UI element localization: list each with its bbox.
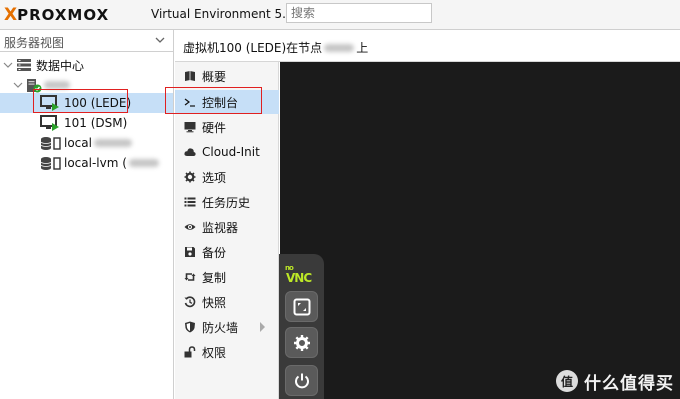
- nav-label: 监视器: [202, 220, 239, 235]
- novnc-logo: no VNC: [284, 262, 318, 285]
- nav-item-summary[interactable]: 概要: [175, 64, 279, 88]
- watermark-text: 什么值得买: [584, 373, 674, 394]
- fullscreen-icon: [293, 298, 310, 315]
- nav-item-snapshot[interactable]: 快照: [175, 290, 279, 314]
- storage-icon: [40, 136, 61, 150]
- history-icon: [184, 296, 196, 308]
- tree-item-vm-101[interactable]: 101 (DSM): [0, 113, 173, 133]
- nav-label: 权限: [202, 345, 227, 360]
- cloud-icon: [184, 148, 196, 156]
- nav-item-permissions[interactable]: 权限: [175, 340, 279, 364]
- nav-item-hardware[interactable]: 硬件: [175, 115, 279, 139]
- tree-item-storage-local[interactable]: local: [0, 133, 173, 153]
- tree-item-datacenter[interactable]: 数据中心: [0, 55, 173, 75]
- nav-label: Cloud-Init: [202, 145, 260, 159]
- vm-running-icon: [40, 115, 59, 131]
- search-input[interactable]: [286, 3, 432, 23]
- collapse-arrow-icon[interactable]: [13, 80, 23, 90]
- server-view-select[interactable]: 服务器视图: [0, 30, 173, 52]
- vnc-settings-button[interactable]: [285, 327, 318, 358]
- nav-label: 硬件: [202, 120, 227, 135]
- gear-icon: [184, 171, 196, 183]
- nav-item-console[interactable]: 控制台: [175, 90, 279, 114]
- collapse-arrow-icon[interactable]: [3, 60, 13, 70]
- unlock-icon: [184, 346, 196, 358]
- title-node-redacted: [324, 44, 355, 52]
- power-icon: [294, 373, 309, 388]
- nav-label: 控制台: [202, 95, 239, 110]
- watermark-badge: 值: [556, 370, 578, 392]
- node-server-icon: [27, 78, 42, 92]
- content-title-bar: 虚拟机100 (LEDE)在节点 上: [175, 30, 680, 62]
- vm-nav-panel: 概要 控制台 硬件 Cloud-Init 选项 任务历史 监视器 备份 复制 快…: [175, 62, 279, 399]
- nav-item-firewall[interactable]: 防火墙: [175, 315, 279, 339]
- nav-item-task-history[interactable]: 任务历史: [175, 190, 279, 214]
- nav-item-options[interactable]: 选项: [175, 165, 279, 189]
- storage-lvm-label: local-lvm (: [64, 156, 127, 170]
- resource-tree-panel: 服务器视图 数据中心 100 (LEDE) 101 (DSM) local lo…: [0, 30, 174, 399]
- node-name-redacted: [44, 81, 70, 89]
- proxmox-app: X PROXMOX Virtual Environment 5.3-8 服务器视…: [0, 0, 680, 399]
- list-icon: [184, 197, 196, 207]
- server-view-label: 服务器视图: [4, 36, 65, 50]
- top-header: X PROXMOX Virtual Environment 5.3-8: [0, 0, 680, 30]
- expand-arrow-icon[interactable]: [260, 322, 265, 332]
- vnc-console-screen[interactable]: [280, 62, 680, 399]
- page-title: 虚拟机100 (LEDE)在节点 上: [183, 39, 368, 56]
- page-title-suffix: 上: [356, 41, 369, 55]
- nav-item-replication[interactable]: 复制: [175, 265, 279, 289]
- storage-local-node-redacted: [93, 139, 132, 147]
- logo-wordmark: PROXMOX: [17, 6, 110, 24]
- nav-item-backup[interactable]: 备份: [175, 240, 279, 264]
- storage-icon: [40, 156, 61, 170]
- tree-item-vm-100[interactable]: 100 (LEDE): [0, 93, 173, 113]
- nav-label: 选项: [202, 170, 227, 185]
- vnc-logo-text: VNC: [286, 271, 312, 284]
- version-label: Virtual Environment 5.3-8: [151, 7, 306, 21]
- novnc-control-bar: no VNC: [279, 254, 324, 399]
- retweet-icon: [184, 273, 196, 281]
- vm-100-label: 100 (LEDE): [64, 96, 132, 110]
- vm-101-label: 101 (DSM): [64, 116, 128, 130]
- book-icon: [185, 71, 195, 81]
- logo-x-mark: X: [4, 5, 17, 25]
- nav-label: 复制: [202, 270, 227, 285]
- tree-item-node[interactable]: [0, 75, 173, 95]
- monitor-icon: [184, 122, 196, 133]
- storage-lvm-node-redacted: [128, 159, 159, 167]
- nav-label: 概要: [202, 69, 227, 84]
- nav-label: 快照: [202, 295, 227, 310]
- nav-label: 任务历史: [202, 195, 251, 210]
- vm-running-icon: [40, 95, 59, 111]
- eye-icon: [184, 224, 196, 230]
- tree-item-storage-lvm[interactable]: local-lvm (: [0, 153, 173, 173]
- gear-icon: [293, 334, 310, 351]
- shield-icon: [185, 321, 195, 333]
- proxmox-logo[interactable]: X PROXMOX: [4, 4, 109, 26]
- floppy-icon: [185, 247, 195, 257]
- datacenter-icon: [17, 59, 31, 71]
- nav-item-monitor[interactable]: 监视器: [175, 215, 279, 239]
- watermark: 值 什么值得买: [556, 370, 674, 394]
- storage-local-label: local: [64, 136, 92, 150]
- nav-label: 备份: [202, 245, 227, 260]
- fullscreen-button[interactable]: [285, 291, 318, 322]
- power-button[interactable]: [285, 365, 318, 396]
- chevron-down-icon[interactable]: [155, 35, 165, 45]
- datacenter-label: 数据中心: [36, 58, 85, 73]
- nav-item-cloud-init[interactable]: Cloud-Init: [175, 140, 279, 164]
- terminal-icon: [184, 98, 195, 107]
- page-title-prefix: 虚拟机100 (LEDE)在节点: [183, 41, 323, 55]
- nav-label: 防火墙: [202, 320, 239, 335]
